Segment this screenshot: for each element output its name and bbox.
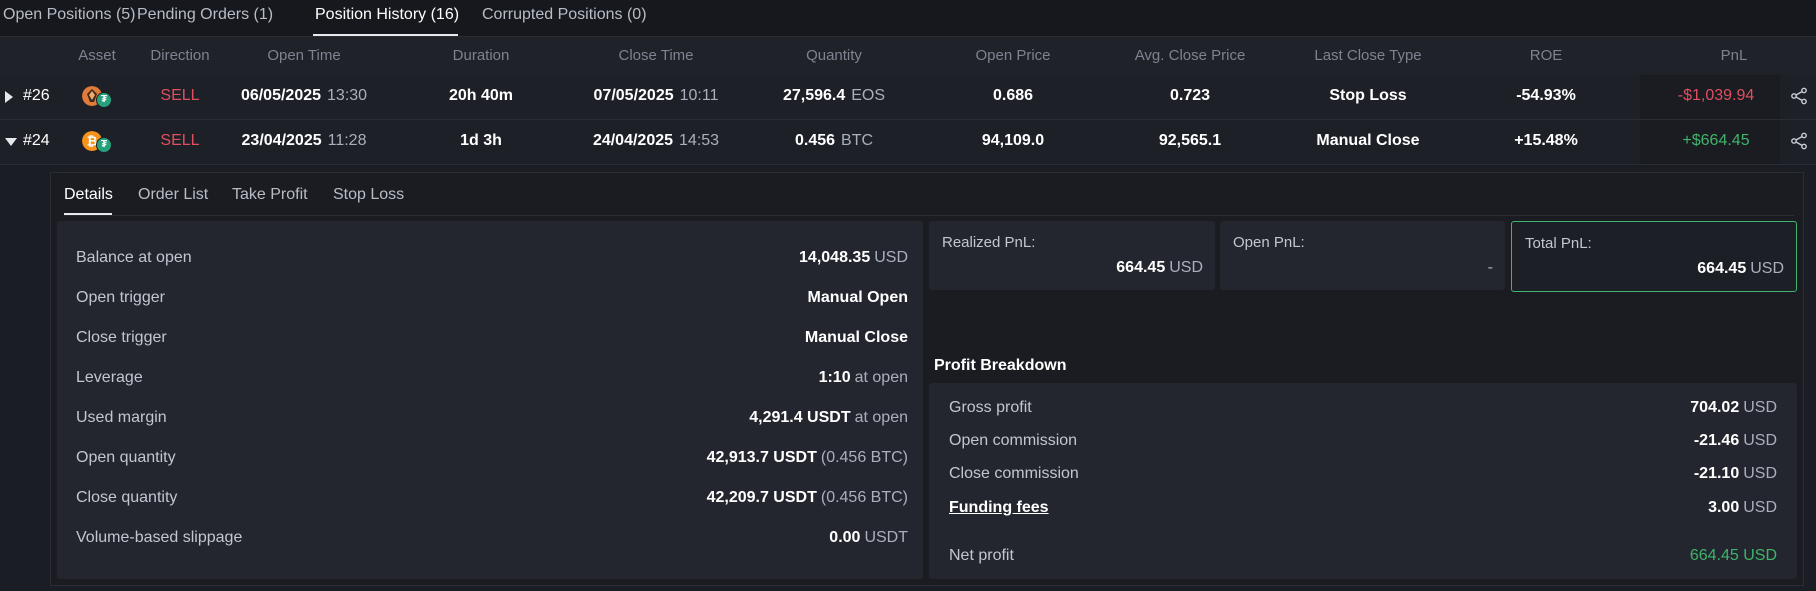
quantity: 27,596.4 EOS xyxy=(782,87,886,104)
column-header-direction: Direction xyxy=(150,47,210,64)
column-header-quantity: Quantity xyxy=(806,47,862,64)
detail-tab-stop-loss[interactable]: Stop Loss xyxy=(333,186,404,204)
breakdown-row-funding-fees: Funding fees 3.00 USD xyxy=(949,499,1777,517)
quantity: 0.456 BTC xyxy=(794,132,874,149)
column-header-roe: ROE xyxy=(1529,47,1563,64)
total-pnl-card: Total PnL: 664.45 USD xyxy=(1511,221,1797,292)
duration: 20h 40m xyxy=(448,87,514,104)
pnl-value: -$1,039.94 xyxy=(1677,87,1755,104)
close-time: 24/04/2025 14:53 xyxy=(592,132,720,149)
close-time: 07/05/2025 10:11 xyxy=(593,87,719,104)
share-icon[interactable] xyxy=(1790,132,1808,150)
info-row-open-quantity: Open quantity 42,913.7 USDT (0.456 BTC) xyxy=(76,449,908,466)
roe-value: -54.93% xyxy=(1516,87,1576,104)
column-header-last-close-type: Last Close Type xyxy=(1314,47,1422,64)
open-pnl-card: Open PnL: - xyxy=(1220,221,1505,290)
profit-breakdown-panel: Gross profit 704.02 USD Open commission -… xyxy=(929,383,1797,579)
column-header-open-time: Open Time xyxy=(267,47,341,64)
open-price: 94,109.0 xyxy=(981,132,1045,149)
open-time: 06/05/2025 13:30 xyxy=(240,87,368,104)
breakdown-row-open-commission: Open commission -21.46 USD xyxy=(949,432,1777,449)
info-row-close-trigger: Close trigger Manual Close xyxy=(76,329,908,346)
info-row-open-trigger: Open trigger Manual Open xyxy=(76,289,908,306)
column-header-pnl: PnL xyxy=(1720,47,1748,64)
detail-tab-details[interactable]: Details xyxy=(64,186,113,204)
column-header-duration: Duration xyxy=(452,47,510,64)
open-time: 23/04/2025 11:28 xyxy=(241,132,367,149)
column-header-open-price: Open Price xyxy=(975,47,1051,64)
info-row-leverage: Leverage 1:10 at open xyxy=(76,369,908,386)
table-row[interactable]: #26 ₮ SELL 06/05/2025 13:30 20h 40m 07/05… xyxy=(0,75,1816,120)
tab-pending-orders[interactable]: Pending Orders (1) xyxy=(137,6,273,24)
direction-badge: SELL xyxy=(160,87,200,104)
table-row[interactable]: #24 ₿ ₮ SELL 23/04/2025 11:28 1d 3h 24/04… xyxy=(0,120,1816,165)
column-header-close-time: Close Time xyxy=(618,47,694,64)
profit-breakdown-title: Profit Breakdown xyxy=(934,357,1067,374)
column-header-asset: Asset xyxy=(78,47,116,64)
info-row-used-margin: Used margin 4,291.4 USDT at open xyxy=(76,409,908,426)
open-price: 0.686 xyxy=(992,87,1034,104)
expand-chevron-icon[interactable] xyxy=(5,91,13,103)
duration: 1d 3h xyxy=(460,132,502,149)
position-detail-panel: Details Order List Take Profit Stop Loss… xyxy=(50,172,1804,586)
realized-pnl-card: Realized PnL: 664.45 USD xyxy=(929,221,1215,290)
position-id: #24 xyxy=(23,132,50,149)
column-header-avg-close-price: Avg. Close Price xyxy=(1134,47,1246,64)
breakdown-row-gross-profit: Gross profit 704.02 USD xyxy=(949,399,1777,416)
funding-fees-link[interactable]: Funding fees xyxy=(949,499,1049,517)
last-close-type: Manual Close xyxy=(1316,132,1420,149)
position-info-panel: Balance at open 14,048.35 USD Open trigge… xyxy=(57,221,923,579)
usdt-coin-icon: ₮ xyxy=(96,92,112,108)
tab-position-history[interactable]: Position History (16) xyxy=(315,6,459,24)
direction-badge: SELL xyxy=(160,132,200,149)
share-icon[interactable] xyxy=(1790,87,1808,105)
detail-tab-order-list[interactable]: Order List xyxy=(138,186,208,204)
position-id: #26 xyxy=(23,87,50,104)
usdt-coin-icon: ₮ xyxy=(96,137,112,153)
info-row-close-quantity: Close quantity 42,209.7 USDT (0.456 BTC) xyxy=(76,489,908,506)
roe-value: +15.48% xyxy=(1514,132,1578,149)
btc-coin-icon: ₿ ₮ xyxy=(82,129,114,153)
collapse-chevron-icon[interactable] xyxy=(5,138,17,146)
table-header: Asset Direction Open Time Duration Close… xyxy=(0,37,1816,75)
info-row-balance-at-open: Balance at open 14,048.35 USD xyxy=(76,249,908,266)
active-detail-tab-indicator xyxy=(64,213,112,215)
last-close-type: Stop Loss xyxy=(1329,87,1407,104)
info-row-volume-slippage: Volume-based slippage 0.00 USDT xyxy=(76,529,908,546)
tab-corrupted-positions[interactable]: Corrupted Positions (0) xyxy=(482,6,647,24)
avg-close-price: 92,565.1 xyxy=(1158,132,1222,149)
breakdown-row-close-commission: Close commission -21.10 USD xyxy=(949,465,1777,482)
avg-close-price: 0.723 xyxy=(1169,87,1211,104)
breakdown-row-net-profit: Net profit 664.45 USD xyxy=(949,547,1777,564)
detail-tab-take-profit[interactable]: Take Profit xyxy=(232,186,308,204)
position-tabs: Open Positions (5) Pending Orders (1) Po… xyxy=(0,0,1816,37)
detail-tabs-divider xyxy=(64,215,1794,216)
pnl-value: +$664.45 xyxy=(1682,132,1750,149)
tab-open-positions[interactable]: Open Positions (5) xyxy=(3,6,136,24)
eos-coin-icon: ₮ xyxy=(82,84,114,108)
active-tab-indicator xyxy=(313,34,458,36)
